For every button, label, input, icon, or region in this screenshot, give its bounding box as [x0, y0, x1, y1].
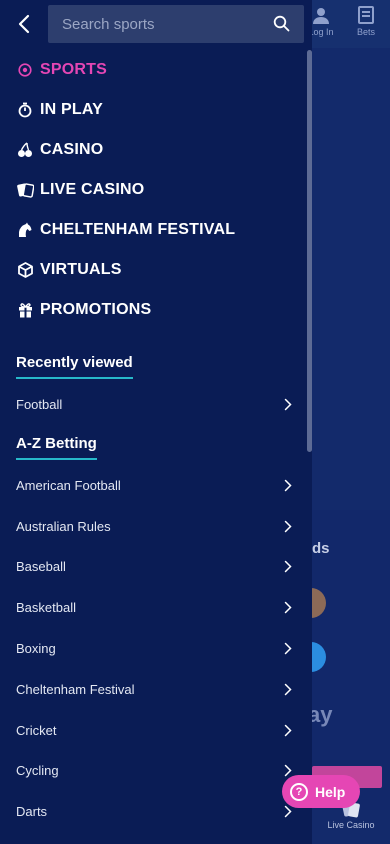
list-item-label: Football [16, 396, 63, 412]
list-item-label: Australian Rules [16, 518, 111, 534]
drawer-scrollbar[interactable] [307, 50, 312, 452]
list-item-label: Boxing [16, 641, 56, 657]
list-item-football[interactable]: Football [0, 384, 305, 425]
list-item-label: Darts [16, 804, 48, 820]
list-item-darts[interactable]: Darts [0, 791, 305, 832]
chevron-right-icon [281, 723, 295, 737]
recently-viewed-heading: Recently viewed [16, 354, 133, 379]
nav-label: PROMOTIONS [40, 301, 152, 318]
section-underline [16, 458, 97, 460]
chevron-right-icon [281, 601, 295, 615]
list-item-label: Cricket [16, 722, 57, 738]
chevron-right-icon [281, 519, 295, 533]
nav-item-casino[interactable]: CASINO [0, 130, 305, 170]
nav-label: LIVE CASINO [40, 181, 145, 198]
background-section-title: ds [312, 540, 330, 557]
search-box[interactable] [48, 5, 304, 43]
search-input[interactable] [48, 5, 258, 43]
chevron-right-icon [281, 682, 295, 696]
nav-label: IN PLAY [40, 101, 104, 118]
back-button[interactable] [10, 10, 38, 38]
list-item-boxing[interactable]: Boxing [0, 628, 305, 669]
horse-icon [16, 221, 34, 239]
cards-icon [16, 181, 34, 199]
search-icon[interactable] [273, 15, 290, 32]
sports-icon [16, 61, 34, 79]
bets-label: Bets [356, 27, 375, 37]
recently-viewed-list: Football [0, 384, 305, 425]
help-button[interactable]: ? Help [282, 775, 360, 808]
nav-item-in-play[interactable]: IN PLAY [0, 90, 305, 130]
side-drawer: SPORTS IN PLAY CASINO LIVE CASINO CHELTE… [0, 0, 312, 844]
list-item-cricket[interactable]: Cricket [0, 710, 305, 751]
list-item-cycling[interactable]: Cycling [0, 751, 305, 792]
user-icon [313, 8, 329, 24]
list-item-basketball[interactable]: Basketball [0, 587, 305, 628]
drawer-header [0, 0, 312, 48]
list-item-label: Cheltenham Festival [16, 681, 135, 697]
cube-icon [16, 261, 34, 279]
list-item-label: Cycling [16, 763, 59, 779]
nav-item-virtuals[interactable]: VIRTUALS [0, 250, 305, 290]
live-casino-label: Live Casino [327, 820, 375, 830]
chevron-right-icon [281, 478, 295, 492]
bets-button[interactable]: Bets [346, 6, 386, 37]
chevron-left-icon [18, 14, 30, 34]
main-nav: SPORTS IN PLAY CASINO LIVE CASINO CHELTE… [0, 50, 305, 330]
list-item-cheltenham-festival[interactable]: Cheltenham Festival [0, 669, 305, 710]
list-item-australian-rules[interactable]: Australian Rules [0, 506, 305, 547]
nav-label: CHELTENHAM FESTIVAL [40, 221, 236, 238]
list-item-label: Baseball [16, 559, 66, 575]
betslip-icon [358, 6, 374, 24]
gift-icon [16, 301, 34, 319]
list-item-baseball[interactable]: Baseball [0, 547, 305, 588]
help-label: Help [315, 783, 346, 800]
nav-label: SPORTS [40, 61, 107, 78]
question-icon: ? [290, 782, 308, 801]
nav-item-cheltenham-festival[interactable]: CHELTENHAM FESTIVAL [0, 210, 305, 250]
az-betting-heading: A-Z Betting [16, 435, 97, 460]
login-label: Log In [308, 27, 334, 37]
nav-item-promotions[interactable]: PROMOTIONS [0, 290, 305, 330]
chevron-right-icon [281, 560, 295, 574]
chevron-right-icon [281, 642, 295, 656]
section-title: Recently viewed [16, 354, 133, 371]
nav-item-sports[interactable]: SPORTS [0, 50, 305, 90]
nav-label: CASINO [40, 141, 104, 158]
section-title: A-Z Betting [16, 435, 97, 452]
az-betting-list: American Football Australian Rules Baseb… [0, 465, 305, 832]
stopwatch-icon [16, 101, 34, 119]
cherries-icon [16, 141, 34, 159]
nav-item-live-casino[interactable]: LIVE CASINO [0, 170, 305, 210]
list-item-label: American Football [16, 477, 121, 493]
chevron-right-icon [281, 397, 295, 411]
nav-label: VIRTUALS [40, 261, 122, 278]
list-item-american-football[interactable]: American Football [0, 465, 305, 506]
list-item-label: Basketball [16, 600, 76, 616]
section-underline [16, 377, 133, 379]
